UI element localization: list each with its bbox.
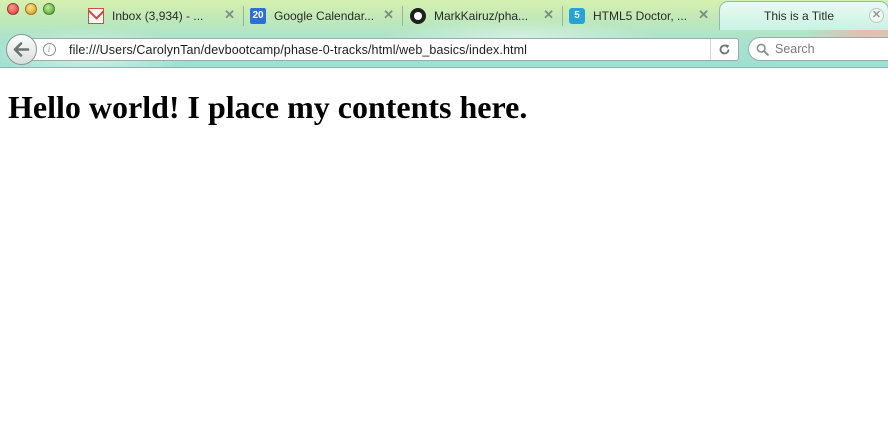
window-zoom-button[interactable] (43, 3, 55, 15)
tab-google-calendar[interactable]: 20 Google Calendar... ✕ (250, 2, 403, 29)
window-minimize-button[interactable] (25, 3, 37, 15)
url-bar[interactable]: i file:///Users/CarolynTan/devbootcamp/p… (32, 38, 739, 61)
page-heading: Hello world! I place my contents here. (8, 89, 528, 125)
tab-label: MarkKairuz/pha... (434, 8, 529, 23)
tab-label: This is a Title (763, 9, 835, 23)
tab-divider (243, 6, 244, 26)
back-button[interactable] (6, 34, 37, 65)
tab-label: Inbox (3,934) - ... (112, 8, 204, 23)
search-bar[interactable] (748, 37, 888, 61)
tab-github[interactable]: MarkKairuz/pha... ✕ (410, 2, 563, 29)
html5-doctor-icon: 5 (569, 7, 585, 24)
page-content: Hello world! I place my contents here. (0, 68, 888, 430)
reload-button[interactable] (710, 39, 738, 60)
close-tab-icon[interactable]: ✕ (383, 8, 394, 22)
tab-divider (402, 6, 403, 26)
tab-label: HTML5 Doctor, ... (593, 8, 688, 23)
tab-active-page[interactable]: This is a Title ✕ (719, 1, 888, 30)
tab-label: Google Calendar... (274, 8, 375, 23)
close-tab-icon[interactable]: ✕ (869, 8, 884, 23)
browser-chrome: Inbox (3,934) - ... ✕ 20 Google Calendar… (0, 0, 888, 68)
tab-html5-doctor[interactable]: 5 HTML5 Doctor, ... ✕ (569, 2, 717, 29)
info-icon: i (42, 43, 56, 56)
search-input[interactable] (773, 42, 883, 56)
gmail-icon (88, 7, 104, 24)
tab-gmail-inbox[interactable]: Inbox (3,934) - ... ✕ (88, 2, 244, 29)
window-controls (7, 3, 55, 15)
close-tab-icon[interactable]: ✕ (224, 8, 235, 22)
search-icon (751, 43, 773, 56)
close-tab-icon[interactable]: ✕ (698, 8, 709, 22)
window-close-button[interactable] (7, 3, 19, 15)
calendar-icon: 20 (250, 7, 266, 24)
close-tab-icon[interactable]: ✕ (543, 8, 554, 22)
back-arrow-icon (13, 42, 30, 57)
github-icon (410, 7, 426, 24)
tab-divider (562, 6, 563, 26)
site-identity-button[interactable]: i (36, 39, 62, 60)
reload-icon (719, 44, 730, 55)
url-text[interactable]: file:///Users/CarolynTan/devbootcamp/pha… (62, 43, 710, 57)
navigation-toolbar: i file:///Users/CarolynTan/devbootcamp/p… (0, 31, 888, 67)
tab-bar: Inbox (3,934) - ... ✕ 20 Google Calendar… (82, 0, 888, 30)
